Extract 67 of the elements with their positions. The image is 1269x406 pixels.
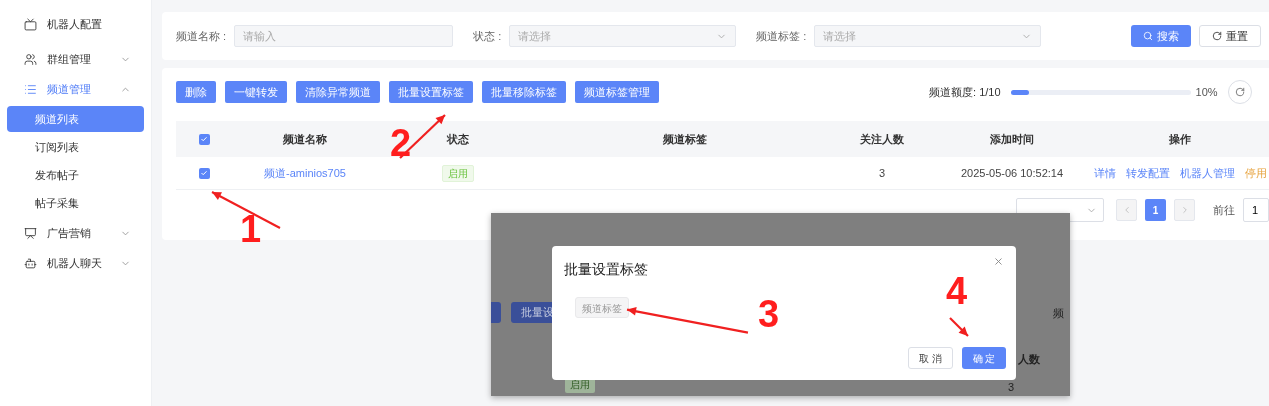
step-number: 3 [758,295,780,333]
filter-label: 频道名称 : [176,28,227,44]
filter-label: 状态 : [473,28,502,44]
submenu-item[interactable]: 频道列表 [7,106,144,132]
toolbar-button[interactable]: 删除 [176,81,216,103]
action-link[interactable]: 详情 [1093,164,1116,182]
action-link[interactable]: 停用 [1244,164,1267,182]
refresh-icon [1234,87,1245,97]
toolbar-button[interactable]: 批量移除标签 [482,81,566,103]
toolbar-button[interactable]: 一键转发 [225,81,287,103]
sidebar-item[interactable]: 广告营销 [0,218,151,248]
check-icon [200,169,208,177]
tag-chip[interactable]: 频道标签 [575,297,629,318]
sidebar-item[interactable]: 群组管理 [0,44,151,74]
select-field[interactable]: 请选择 [509,25,737,47]
toolbar-button[interactable]: 批量设置标签 [389,81,473,103]
tv-icon [24,17,37,31]
toolbar-button[interactable]: 清除异常频道 [296,81,380,103]
column-heading: 频道标签 [663,131,707,147]
goto-label: 前往 [1213,202,1235,218]
page-button[interactable]: 1 [1145,199,1166,221]
presentation-icon [24,226,37,240]
column-heading: 频道名称 [283,131,327,147]
table-cell-text: 2025-05-06 10:52:14 [960,165,1064,181]
table-cell-text: 3 [878,165,886,181]
toolbar-button[interactable]: 频道标签管理 [575,81,659,103]
sidebar-item[interactable]: 频道管理 [0,74,151,104]
submenu-item[interactable]: 发布帖子 [7,162,144,188]
submenu-item[interactable]: 订阅列表 [7,134,144,160]
close-icon[interactable] [993,256,1004,267]
sidebar-item[interactable]: 机器人配置 [0,9,151,39]
status-tag: 启用 [442,164,474,182]
select-field[interactable]: 请选择 [814,25,1042,47]
submenu-item[interactable]: 帖子采集 [7,190,144,216]
confirm-button[interactable]: 确 定 [962,347,1006,369]
reset-button[interactable]: 重置 [1199,25,1262,47]
quota-label: 频道额度: 1/10 [929,84,1001,100]
step-number: 1 [240,210,262,248]
column-heading: 状态 [447,131,469,147]
check-icon [200,135,208,143]
users-icon [24,52,37,66]
column-heading: 操作 [1169,131,1191,147]
column-heading: 人数 [1018,352,1040,367]
column-heading: 关注人数 [860,131,904,147]
step-number: 2 [390,124,412,162]
cancel-button[interactable]: 取 消 [908,347,953,369]
table-cell-text: 3 [1008,380,1015,395]
checkbox[interactable] [198,133,210,145]
search-icon [1143,31,1154,41]
step-number: 4 [946,272,968,310]
reset-icon [1212,31,1223,41]
filter-label: 频道标签 : [756,28,807,44]
input-field[interactable]: 请输入 [234,25,454,47]
column-heading: 添加时间 [990,131,1034,147]
robot-icon [24,256,37,270]
search-button[interactable]: 搜索 [1131,25,1192,47]
channel-link[interactable]: 频道-aminios705 [264,164,346,182]
action-link[interactable]: 转发配置 [1125,164,1170,182]
dialog-title: 批量设置标签 [564,260,648,279]
quota-percent: 10% [1195,84,1218,100]
annotation-arrow [948,316,970,338]
checkbox[interactable] [198,167,210,179]
goto-field[interactable]: 1 [1243,198,1269,222]
sidebar-item[interactable]: 机器人聊天 [0,248,151,278]
list-icon [24,82,37,96]
action-link[interactable]: 机器人管理 [1179,164,1235,182]
column-heading: 频 [1053,306,1064,321]
